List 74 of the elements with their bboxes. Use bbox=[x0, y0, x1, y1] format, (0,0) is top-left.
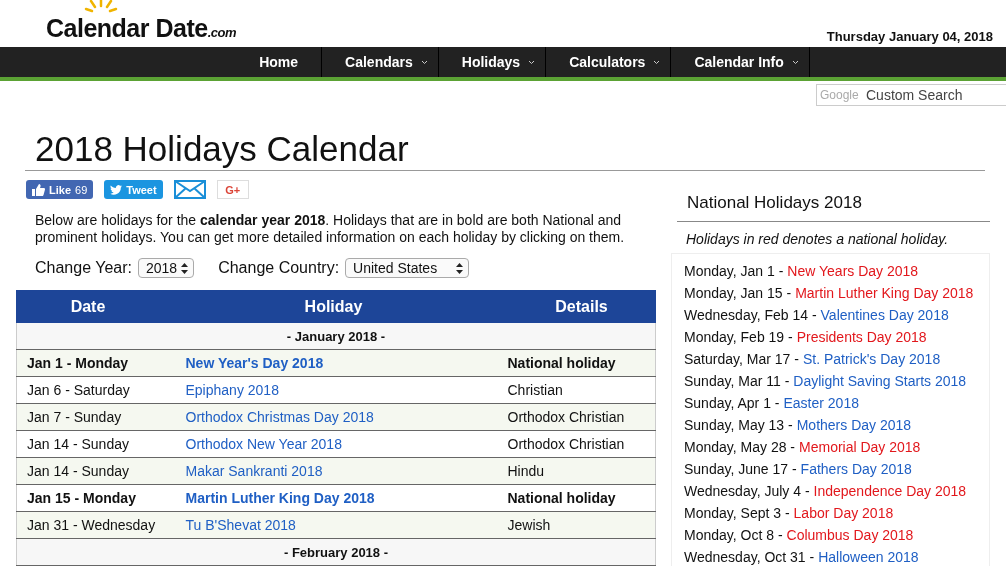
sidebar-heading: National Holidays 2018 bbox=[677, 193, 990, 222]
details-cell: National holiday bbox=[507, 484, 656, 512]
date-cell: Jan 1 - Monday bbox=[16, 349, 160, 377]
holiday-link[interactable]: Martin Luther King Day 2018 bbox=[185, 490, 375, 506]
caret-icon bbox=[653, 59, 661, 65]
details-cell: Christian bbox=[507, 376, 656, 404]
holiday-link[interactable]: Labor Day 2018 bbox=[793, 502, 894, 524]
holiday-link[interactable]: Daylight Saving Starts 2018 bbox=[793, 370, 967, 392]
search-brand-label: Google bbox=[820, 88, 859, 102]
stepper-arrows-icon bbox=[181, 262, 189, 274]
holiday-link[interactable]: Martin Luther King Day 2018 bbox=[795, 282, 974, 304]
country-label: Change Country: bbox=[218, 259, 340, 277]
page-title: 2018 Holidays Calendar bbox=[25, 128, 985, 171]
holiday-date: Wednesday, July 4 - bbox=[684, 482, 810, 501]
holiday-date: Sunday, Apr 1 - bbox=[684, 394, 780, 413]
google-plus-button[interactable]: G+ bbox=[216, 180, 249, 199]
holiday-date: Sunday, Mar 11 - bbox=[684, 372, 790, 391]
holiday-date: Sunday, June 17 - bbox=[684, 460, 797, 479]
holiday-link[interactable]: Presidents Day 2018 bbox=[796, 326, 927, 348]
holiday-date: Monday, Jan 1 - bbox=[684, 262, 784, 281]
holiday-date: Monday, Jan 15 - bbox=[684, 284, 792, 303]
holiday-link[interactable]: New Years Day 2018 bbox=[787, 260, 919, 282]
mail-icon[interactable] bbox=[173, 180, 206, 199]
details-cell: Hindu bbox=[507, 457, 656, 485]
holiday-link[interactable]: Fathers Day 2018 bbox=[800, 458, 912, 480]
sidebar-note: Holidays in red denotes a national holiday. bbox=[686, 231, 950, 247]
holiday-date: Monday, Sept 3 - bbox=[684, 504, 790, 523]
holiday-link[interactable]: Orthodox New Year 2018 bbox=[185, 436, 342, 452]
date-cell: Jan 6 - Saturday bbox=[16, 376, 160, 404]
holiday-link[interactable]: Epiphany 2018 bbox=[185, 382, 279, 398]
month-heading: - February 2018 - bbox=[16, 538, 656, 566]
holiday-date: Sunday, May 13 - bbox=[684, 416, 793, 435]
caret-icon bbox=[528, 59, 536, 65]
holiday-date: Wednesday, Oct 31 - bbox=[684, 548, 815, 566]
holiday-date: Monday, Feb 19 - bbox=[684, 328, 793, 347]
column-header: Holiday bbox=[159, 290, 508, 323]
month-heading: - January 2018 - bbox=[16, 322, 656, 350]
holiday-date: Monday, Oct 8 - bbox=[684, 526, 783, 545]
holiday-link[interactable]: St. Patrick's Day 2018 bbox=[802, 348, 941, 370]
holiday-link[interactable]: Columbus Day 2018 bbox=[786, 524, 914, 546]
like-button[interactable]: Like 69 bbox=[26, 180, 94, 199]
caret-icon bbox=[791, 59, 799, 65]
year-select[interactable]: 2018 bbox=[138, 258, 195, 278]
holiday-link[interactable]: Halloween 2018 bbox=[818, 546, 919, 566]
tweet-button[interactable]: Tweet bbox=[104, 180, 163, 199]
date-cell: Jan 14 - Sunday bbox=[16, 430, 160, 458]
stepper-arrows-icon bbox=[456, 262, 464, 274]
column-header: Date bbox=[16, 290, 160, 323]
details-cell: National holiday bbox=[507, 349, 656, 377]
date-cell: Jan 14 - Sunday bbox=[16, 457, 160, 485]
caret-icon bbox=[420, 59, 428, 65]
thumbs-up-icon bbox=[32, 183, 45, 196]
date-cell: Jan 7 - Sunday bbox=[16, 403, 160, 431]
holiday-link[interactable]: Memorial Day 2018 bbox=[799, 436, 921, 458]
holiday-link[interactable]: Independence Day 2018 bbox=[813, 480, 967, 502]
holiday-link[interactable]: Mothers Day 2018 bbox=[796, 414, 912, 436]
date-cell: Jan 15 - Monday bbox=[16, 484, 160, 512]
holiday-link[interactable]: Tu B'Shevat 2018 bbox=[185, 517, 296, 533]
year-label: Change Year: bbox=[35, 259, 132, 277]
details-cell: Orthodox Christian bbox=[507, 403, 656, 431]
intro-text: Below are holidays for the calendar year 2018. Holidays that are in bold are both National and prominent holidays. You can get more detailed information on each holiday by clicking on them. bbox=[35, 212, 626, 246]
holiday-link[interactable]: Valentines Day 2018 bbox=[820, 304, 949, 326]
site-logo[interactable]: Calendar Date.com bbox=[46, 0, 236, 47]
bird-icon bbox=[110, 184, 123, 195]
column-header: Details bbox=[507, 290, 656, 323]
current-date: Thursday January 04, 2018 bbox=[826, 29, 993, 44]
details-cell: Orthodox Christian bbox=[507, 430, 656, 458]
holiday-link[interactable]: Easter 2018 bbox=[783, 392, 859, 414]
details-cell: Jewish bbox=[507, 511, 656, 539]
holiday-date: Monday, May 28 - bbox=[684, 438, 795, 457]
date-cell: Jan 31 - Wednesday bbox=[16, 511, 160, 539]
holiday-date: Saturday, Mar 17 - bbox=[684, 350, 799, 369]
holiday-date: Wednesday, Feb 14 - bbox=[684, 306, 817, 325]
country-select[interactable]: United States bbox=[345, 258, 470, 278]
